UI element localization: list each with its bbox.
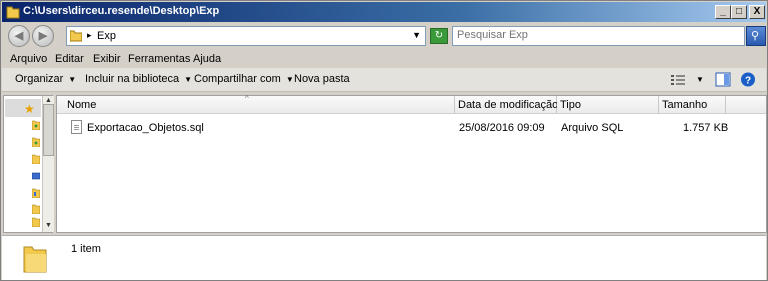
- back-button[interactable]: ◀: [8, 25, 30, 47]
- preview-pane-icon[interactable]: [715, 72, 731, 87]
- view-dropdown-icon[interactable]: ▼: [696, 75, 704, 84]
- minimize-button[interactable]: _: [715, 5, 731, 19]
- nav-scrollbar[interactable]: ▲ ▼: [42, 96, 54, 232]
- table-row[interactable]: Exportacao_Objetos.sql 25/08/2016 09:09 …: [57, 119, 766, 137]
- window-title: C:\Users\dirceu.resende\Desktop\Exp: [23, 5, 220, 17]
- new-folder-button[interactable]: Nova pasta: [294, 73, 350, 85]
- menu-arquivo[interactable]: Arquivo: [10, 53, 47, 65]
- menu-bar: Arquivo Editar Exibir Ferramentas Ajuda: [2, 51, 766, 68]
- column-filler-header: [726, 96, 766, 114]
- title-bar[interactable]: C:\Users\dirceu.resende\Desktop\Exp _ □ …: [2, 2, 766, 22]
- navigation-pane[interactable]: ★ ▲ ▼: [3, 95, 54, 233]
- folder-icon[interactable]: [32, 217, 40, 227]
- address-dropdown-icon[interactable]: ▼: [412, 30, 421, 40]
- star-icon: ★: [24, 102, 35, 116]
- breadcrumb-separator-icon[interactable]: ▸: [87, 30, 92, 41]
- chevron-down-icon: ▼: [184, 75, 193, 84]
- close-button[interactable]: X: [749, 5, 765, 19]
- search-box[interactable]: [452, 26, 745, 46]
- menu-exibir[interactable]: Exibir: [93, 53, 121, 65]
- folder-icon[interactable]: [32, 204, 40, 214]
- column-name-header[interactable]: Nome ^: [57, 94, 455, 114]
- menu-editar[interactable]: Editar: [55, 53, 84, 65]
- search-button[interactable]: ⚲: [746, 26, 766, 46]
- menu-ajuda[interactable]: Ajuda: [193, 53, 221, 65]
- view-options-icon[interactable]: [670, 72, 686, 87]
- help-icon[interactable]: ?: [740, 72, 756, 87]
- command-bar: Organizar ▼ Incluir na biblioteca ▼ Compar…: [2, 68, 766, 92]
- organize-label: Organizar: [15, 73, 64, 85]
- include-library-button[interactable]: Incluir na biblioteca ▼: [85, 73, 192, 85]
- folder-icon[interactable]: [32, 137, 40, 147]
- refresh-button[interactable]: ↻: [430, 28, 448, 44]
- favorites-item[interactable]: [5, 99, 41, 117]
- help-glyph: ?: [745, 76, 751, 87]
- explorer-window: C:\Users\dirceu.resende\Desktop\Exp _ □ …: [0, 0, 768, 281]
- folder-icon[interactable]: [32, 154, 40, 164]
- file-date: 25/08/2016 09:09: [459, 122, 545, 134]
- folder-icon: [23, 246, 47, 273]
- column-name-label: Nome: [67, 99, 97, 111]
- sort-arrow-icon: ^: [245, 94, 249, 103]
- folder-icon: [6, 6, 20, 19]
- search-input[interactable]: [457, 29, 737, 41]
- computer-icon[interactable]: [32, 171, 40, 181]
- column-date-header[interactable]: Data de modificação: [455, 96, 558, 114]
- forward-arrow-icon: ▶: [38, 30, 48, 42]
- back-arrow-icon: ◀: [14, 30, 24, 42]
- folder-icon[interactable]: [32, 188, 40, 198]
- folder-icon[interactable]: [32, 120, 40, 130]
- chevron-down-icon: ▼: [68, 75, 77, 84]
- column-size-header[interactable]: Tamanho: [659, 96, 726, 114]
- chevron-down-icon: ▼: [285, 75, 294, 84]
- menu-ferramentas[interactable]: Ferramentas: [128, 53, 190, 65]
- scroll-thumb[interactable]: [43, 104, 54, 156]
- breadcrumb-current[interactable]: Exp: [97, 30, 116, 42]
- column-type-header[interactable]: Tipo: [557, 96, 659, 114]
- file-name: Exportacao_Objetos.sql: [87, 122, 204, 134]
- item-count: 1 item: [71, 243, 101, 255]
- details-pane: 1 item: [2, 235, 766, 280]
- search-icon: ⚲: [751, 30, 760, 42]
- share-label: Compartilhar com: [194, 73, 281, 85]
- scroll-down-icon[interactable]: ▼: [45, 222, 52, 229]
- file-list[interactable]: Nome ^ Data de modificação Tipo Tamanho …: [56, 94, 767, 233]
- address-bar[interactable]: ▸ Exp ▼: [66, 26, 426, 46]
- address-row: ◀ ▶ ▸ Exp ▼ ↻ ⚲: [2, 23, 766, 49]
- include-library-label: Incluir na biblioteca: [85, 73, 180, 85]
- sql-file-icon: [71, 120, 82, 134]
- file-type: Arquivo SQL: [561, 122, 624, 134]
- share-button[interactable]: Compartilhar com ▼: [194, 73, 294, 85]
- forward-button[interactable]: ▶: [32, 25, 54, 47]
- maximize-button[interactable]: □: [731, 5, 747, 19]
- folder-icon: [70, 30, 82, 42]
- file-size: 1.757 KB: [683, 122, 729, 134]
- scroll-up-icon[interactable]: ▲: [45, 97, 52, 104]
- organize-button[interactable]: Organizar ▼: [15, 73, 76, 85]
